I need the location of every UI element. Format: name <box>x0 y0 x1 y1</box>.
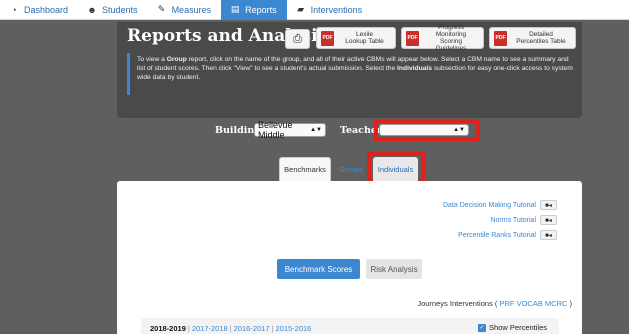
nav-interventions-label: Interventions <box>310 4 363 15</box>
percentile-ranks-tutorial-link[interactable]: Percentile Ranks Tutorial ■◂ <box>458 230 557 240</box>
benchmark-scores-button[interactable]: Benchmark Scores <box>277 259 360 279</box>
norms-tutorial-link[interactable]: Norms Tutorial ■◂ <box>490 215 557 225</box>
header-panel: Reports and Analysis ⎙ PDF Lexile Lookup… <box>117 22 582 118</box>
select-arrows-icon: ▲▼ <box>310 126 322 133</box>
year-2015-2016[interactable]: 2015-2016 <box>275 324 311 333</box>
progress-monitoring-button[interactable]: PDF Progress Monitoring Scoring Guidelin… <box>401 24 484 52</box>
info-text: To view a Group report, click on the nam… <box>127 53 575 95</box>
dashboard-icon: ◔ <box>11 4 17 15</box>
tab-individuals[interactable]: Individuals <box>373 157 418 181</box>
students-icon: ☻ <box>87 4 97 15</box>
nav-measures-label: Measures <box>171 4 212 15</box>
lexile-lookup-button[interactable]: PDF Lexile Lookup Table <box>316 27 396 49</box>
video-camera-icon: ■◂ <box>540 215 557 225</box>
journeys-interventions: Journeys Interventions ( PRF VOCAB MCRC … <box>417 299 572 308</box>
nav-students-label: Students <box>102 4 138 15</box>
nav-dashboard[interactable]: ◔ Dashboard <box>0 0 78 20</box>
print-button[interactable]: ⎙ <box>285 29 310 49</box>
data-decision-tutorial-link[interactable]: Data Decision Making Tutorial ■◂ <box>443 200 557 210</box>
year-2017-2018[interactable]: 2017-2018 <box>192 324 228 333</box>
journeys-links[interactable]: PRF VOCAB MCRC <box>499 299 567 308</box>
nav-students[interactable]: ☻ Students <box>78 0 148 20</box>
bar-chart-icon: ▤ <box>230 4 240 14</box>
tab-benchmarks[interactable]: Benchmarks <box>279 157 331 181</box>
pdf-icon: PDF <box>406 30 419 46</box>
pencil-icon: ✎ <box>157 4 166 14</box>
video-camera-icon: ■◂ <box>540 200 557 210</box>
print-icon: ⎙ <box>293 32 302 45</box>
year-selector: 2018-2019 | 2017-2018 | 2016-2017 | 2015… <box>141 318 559 334</box>
nav-interventions[interactable]: ▰ Interventions <box>287 0 373 20</box>
show-percentiles-toggle[interactable]: ✓ Show Percentiles <box>478 323 547 332</box>
nav-measures[interactable]: ✎ Measures <box>148 0 222 20</box>
show-percentiles-label: Show Percentiles <box>489 323 547 332</box>
year-2016-2017[interactable]: 2016-2017 <box>234 324 270 333</box>
select-arrows-icon: ▲▼ <box>453 126 465 133</box>
tab-groups[interactable]: Groups <box>334 157 368 181</box>
top-nav: ◔ Dashboard ☻ Students ✎ Measures ▤ Repo… <box>0 0 629 20</box>
risk-analysis-button[interactable]: Risk Analysis <box>366 259 422 279</box>
video-camera-icon: ■◂ <box>540 230 557 240</box>
nav-reports[interactable]: ▤ Reports <box>221 0 287 20</box>
checkbox-checked-icon[interactable]: ✓ <box>478 323 487 332</box>
building-select-value: Bellevue Middle <box>258 120 293 140</box>
content-panel: Data Decision Making Tutorial ■◂ Norms T… <box>117 181 582 334</box>
nav-reports-label: Reports <box>245 4 277 15</box>
detailed-percentiles-button[interactable]: PDF Detailed Percentiles Table <box>489 27 576 49</box>
pdf-icon: PDF <box>321 30 334 46</box>
teacher-select[interactable]: ▲▼ <box>379 124 469 136</box>
building-select[interactable]: Bellevue Middle ▲▼ <box>254 120 326 140</box>
pdf-icon: PDF <box>494 30 507 46</box>
nav-dashboard-label: Dashboard <box>24 4 69 15</box>
book-icon: ▰ <box>297 4 305 14</box>
year-current: 2018-2019 <box>150 323 186 333</box>
